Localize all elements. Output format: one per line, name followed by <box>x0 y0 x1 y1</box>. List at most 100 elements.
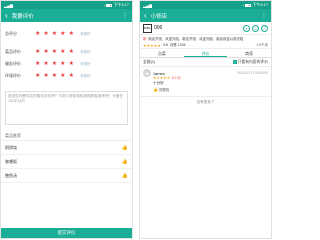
filter-all[interactable]: 全部(1) <box>143 60 155 65</box>
shop-header: KFC 006 ⌕ ☺ ⤴ <box>140 22 271 35</box>
star-icon[interactable]: ★ <box>35 49 40 55</box>
star-icon[interactable]: ★ <box>60 31 65 37</box>
content-only-label: 只看有内容的评价 <box>237 59 268 64</box>
app-bar: ‹ 我要评价 ⋮ <box>1 9 132 22</box>
star-rating[interactable]: ★ ★ ★ ★ ★ <box>35 31 74 37</box>
share-icon[interactable]: ⤴ <box>261 24 268 32</box>
shop-name: 006 <box>154 25 163 31</box>
star-icon[interactable]: ★ <box>43 31 48 37</box>
no-more-label: 没有更多了 <box>196 100 215 104</box>
app-bar: ‹ 小饰店 ⋮ <box>140 9 271 22</box>
rating-label: 总评分 <box>5 31 17 36</box>
rating-label: 服务评价 <box>5 61 21 66</box>
notice-badge: 新 <box>143 37 147 41</box>
dish-name: 鲍鱼汤 <box>5 172 17 178</box>
monthly-sales: 月售 1234 <box>169 42 186 47</box>
review-dish-name: 铜锣烧 <box>158 88 170 92</box>
rating-hint: 非常好 <box>79 73 91 78</box>
review-date: 2016-10-17 00:00:00 <box>237 71 268 75</box>
star-icon[interactable]: ★ <box>35 61 40 67</box>
thumbs-up-icon[interactable]: 👍 <box>122 145 128 151</box>
rating-row-environment: 环境评价 ★ ★ ★ ★ ★ 非常好 <box>1 70 132 82</box>
back-icon[interactable]: ‹ <box>144 11 147 20</box>
review-filter: 全部(1) ✓ 只看有内容的评价 <box>140 58 271 67</box>
review-dish: 👍 铜锣烧 <box>153 87 169 92</box>
star-rating[interactable]: ★ ★ ★ ★ ★ <box>35 73 74 79</box>
comment-textarea[interactable]: 说说您对餐饮店的服务评价吧？与您心得体验和其他顾客参考吧！长度在100字以内 <box>5 91 128 125</box>
page-title: 小饰店 <box>150 13 168 20</box>
star-icon[interactable]: ★ <box>69 49 74 55</box>
dishes-section-label: 菜品推荐 <box>1 133 132 141</box>
battery-icon <box>245 3 252 7</box>
dish-row: 鲍鱼汤 👍 <box>1 169 132 183</box>
star-icon[interactable]: ★ <box>35 31 40 37</box>
shop-rating-line: ★★★★★ 4.8 月售 1234 1.5千米 <box>140 42 271 49</box>
more-menu-icon[interactable]: ⋮ <box>261 12 267 19</box>
review-stars: ★★★★★ 5.0 分 <box>153 75 181 80</box>
search-icon[interactable]: ⌕ <box>243 24 250 32</box>
tab-reviews[interactable]: 评价 <box>183 49 228 57</box>
rating-hint: 非常好 <box>79 61 91 66</box>
back-icon[interactable]: ‹ <box>5 11 8 20</box>
status-time: 下午3:17 <box>113 2 129 7</box>
tab-menu[interactable]: 点菜 <box>140 49 184 57</box>
distance: 1.5千米 <box>256 42 268 47</box>
notice-bar: 新 新店开张，欢迎光临，新店开张，欢迎光临，新店欢迎以前光临 <box>140 35 271 42</box>
status-time: 下午3:17 <box>252 2 268 7</box>
rating-hint: 非常好 <box>79 31 91 36</box>
star-icon[interactable]: ★ <box>52 31 57 37</box>
thumbs-up-icon[interactable]: 👍 <box>122 159 128 165</box>
battery-icon <box>106 3 113 7</box>
star-icon[interactable]: ★ <box>60 61 65 67</box>
star-icon[interactable]: ★ <box>35 73 40 79</box>
shop-rating: 4.8 <box>162 43 168 47</box>
more-menu-icon[interactable]: ⋮ <box>122 12 128 19</box>
star-icon[interactable]: ★ <box>60 73 65 79</box>
checkbox-icon[interactable]: ✓ <box>232 60 237 64</box>
shop-tabs: 点菜 评价 商家 <box>140 49 271 58</box>
dish-name: 铜锣烧 <box>5 144 17 150</box>
avatar: ☻ <box>143 69 151 77</box>
rating-label: 环境评价 <box>5 73 21 78</box>
submit-review-button[interactable]: 提交评价 <box>1 228 132 238</box>
shop-logo: KFC <box>143 23 152 33</box>
star-icon[interactable]: ★ <box>69 73 74 79</box>
review-score: 5.0 分 <box>172 76 181 80</box>
tab-merchant[interactable]: 商家 <box>227 49 271 57</box>
star-rating[interactable]: ★ ★ ★ ★ ★ <box>35 49 74 55</box>
status-bar: ▂▄▆ ◔ 下午3:17 <box>140 1 271 9</box>
wifi-icon: ◔ <box>241 2 245 8</box>
status-bar: ▂▄▆ ◔ 下午3:17 <box>1 1 132 9</box>
star-icon[interactable]: ★ <box>43 49 48 55</box>
content-only-toggle[interactable]: ✓ 只看有内容的评价 <box>232 59 268 65</box>
rate-screen: ▂▄▆ ◔ 下午3:17 ‹ 我要评价 ⋮ 总评分 ★ ★ ★ ★ ★ 非常好 … <box>0 0 133 239</box>
rating-hint: 非常好 <box>79 49 91 54</box>
rating-row-overall: 总评分 ★ ★ ★ ★ ★ 非常好 <box>1 28 132 40</box>
rating-label: 菜品评价 <box>5 49 21 54</box>
review-text: 十分好 <box>153 81 164 85</box>
star-icon[interactable]: ★ <box>52 73 57 79</box>
dish-row: 咖喱饭 👍 <box>1 155 132 169</box>
star-icon[interactable]: ★ <box>60 49 65 55</box>
star-icon[interactable]: ★ <box>69 31 74 37</box>
signal-icon: ▂▄▆ <box>4 2 13 8</box>
favorite-icon[interactable]: ☺ <box>252 24 259 32</box>
rating-row-service: 服务评价 ★ ★ ★ ★ ★ 非常好 <box>1 58 132 70</box>
thumbs-up-icon[interactable]: 👍 <box>122 173 128 179</box>
star-icon[interactable]: ★ <box>52 61 57 67</box>
review-item: ☻ James 2016-10-17 00:00:00 ★★★★★ 5.0 分 … <box>140 67 271 97</box>
wifi-icon: ◔ <box>102 2 106 8</box>
star-icon[interactable]: ★ <box>43 73 48 79</box>
rating-row-food: 菜品评价 ★ ★ ★ ★ ★ 非常好 <box>1 46 132 58</box>
shop-screen: ▂▄▆ ◔ 下午3:17 ‹ 小饰店 ⋮ KFC 006 ⌕ ☺ ⤴ 新 新店开… <box>139 0 272 239</box>
thumbs-up-icon: 👍 <box>153 87 158 92</box>
notice-text: 新店开张，欢迎光临，新店开张，欢迎光临，新店欢迎以前光临 <box>148 37 244 41</box>
dish-name: 咖喱饭 <box>5 158 17 164</box>
star-icon[interactable]: ★ <box>69 61 74 67</box>
dish-row: 铜锣烧 👍 <box>1 141 132 155</box>
star-icon: ★★★★★ <box>153 76 171 80</box>
star-icon[interactable]: ★ <box>43 61 48 67</box>
star-icon[interactable]: ★ <box>52 49 57 55</box>
star-rating[interactable]: ★ ★ ★ ★ ★ <box>35 61 74 67</box>
star-icon: ★★★★★ <box>143 42 161 48</box>
